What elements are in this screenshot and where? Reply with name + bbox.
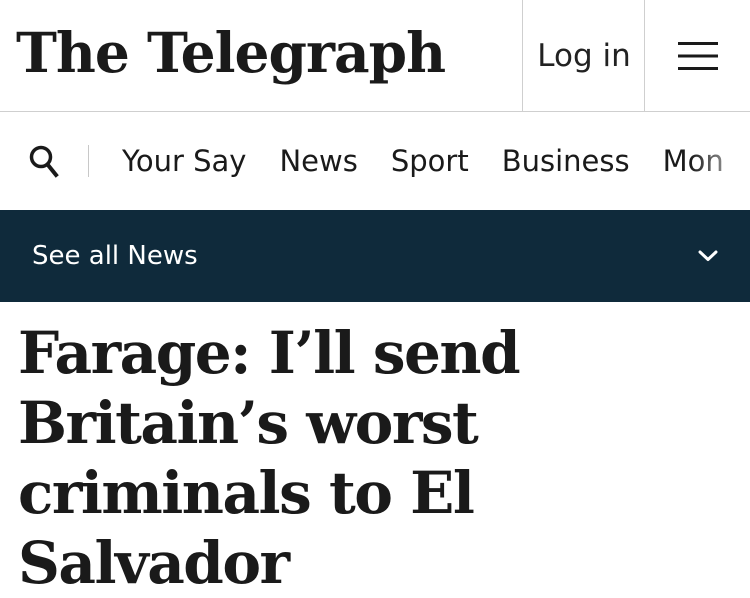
site-header: The Telegraph Log in	[0, 0, 750, 112]
section-nav: Your Say News Sport Business Mon	[0, 112, 750, 210]
see-all-news-label: See all News	[32, 241, 198, 271]
nav-items: Your Say News Sport Business Mon	[122, 112, 724, 210]
hamburger-icon	[678, 41, 718, 70]
login-label: Log in	[537, 37, 631, 74]
nav-item-money[interactable]: Mon	[663, 144, 724, 178]
nav-item-sport[interactable]: Sport	[391, 144, 469, 178]
see-all-news-bar[interactable]: See all News	[0, 210, 750, 302]
login-button[interactable]: Log in	[522, 0, 645, 111]
nav-divider	[88, 145, 89, 177]
nav-item-news[interactable]: News	[279, 144, 357, 178]
site-logo[interactable]: The Telegraph	[16, 18, 446, 88]
article-headline: Farage: I’ll send Britain’s worst crimin…	[18, 319, 521, 597]
chevron-down-icon	[698, 250, 718, 261]
search-icon	[29, 145, 59, 178]
search-button[interactable]	[28, 144, 60, 178]
nav-item-business[interactable]: Business	[502, 144, 630, 178]
nav-item-your-say[interactable]: Your Say	[122, 144, 246, 178]
menu-button[interactable]	[644, 0, 750, 111]
